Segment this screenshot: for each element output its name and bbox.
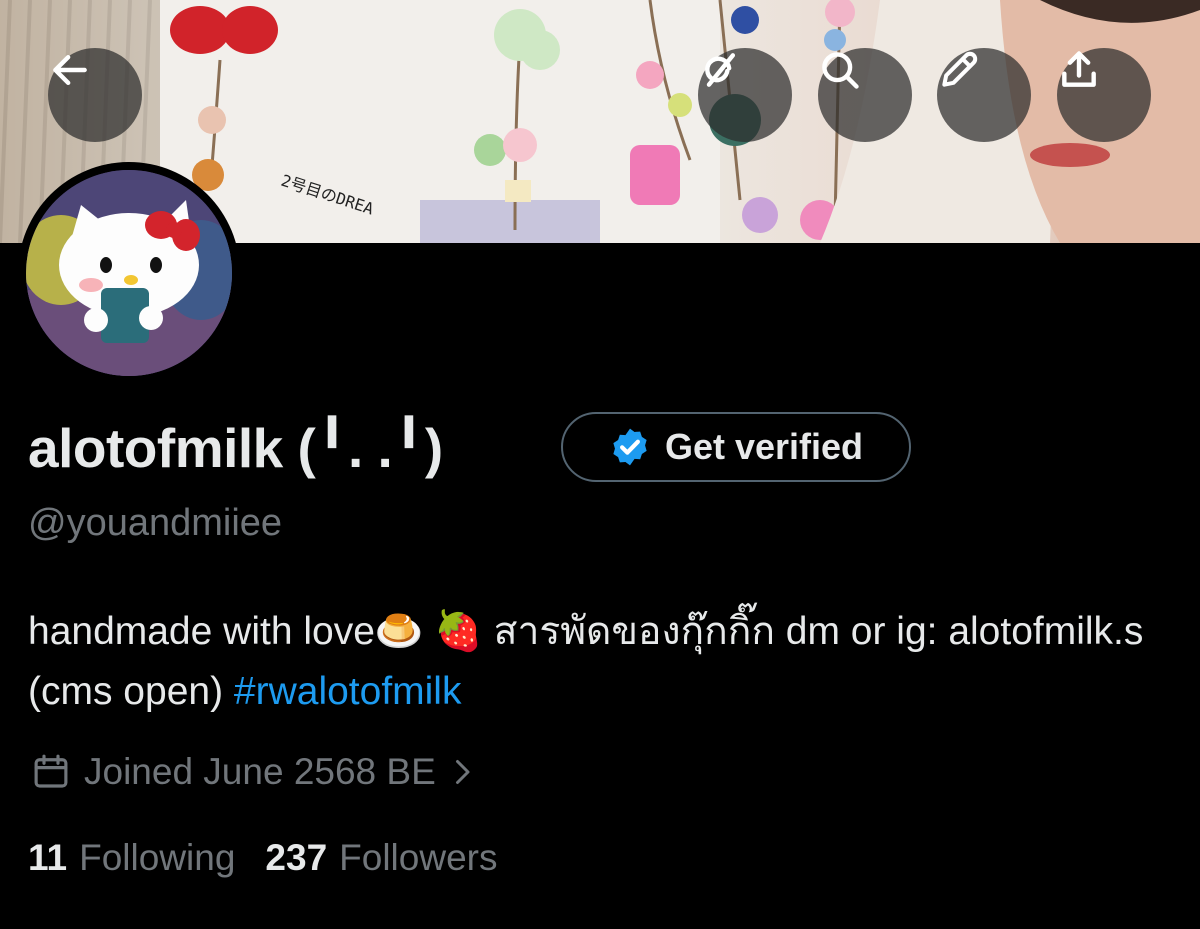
pencil-icon	[942, 51, 978, 87]
calendar-icon	[34, 754, 68, 788]
avatar[interactable]	[18, 162, 240, 384]
chevron-right-icon	[455, 760, 470, 784]
edit-button[interactable]	[937, 48, 1031, 142]
back-arrow-icon	[53, 54, 87, 86]
share-icon	[1062, 51, 1096, 87]
verified-badge-icon	[613, 428, 647, 466]
grok-icon	[705, 53, 736, 87]
followers-link[interactable]: 237 Followers	[265, 837, 497, 879]
bio-hashtag-link[interactable]: #rwalotofmilk	[234, 670, 462, 713]
following-label: Following	[79, 837, 236, 878]
search-button[interactable]	[818, 48, 912, 142]
followers-label: Followers	[339, 837, 498, 878]
grok-button[interactable]	[698, 48, 792, 142]
bio-text: handmade with love🍮 🍓 สารพัดของกุ๊กกิ๊ก …	[28, 610, 1144, 713]
share-button[interactable]	[1057, 48, 1151, 142]
get-verified-button[interactable]: Get verified	[561, 412, 911, 482]
following-count: 11	[28, 837, 68, 878]
user-handle: @youandmiiee	[28, 502, 283, 544]
follow-stats: 11 Following 237 Followers	[28, 830, 497, 886]
search-icon	[822, 52, 859, 89]
display-name: alotofmilk (╹. .╹)	[28, 417, 443, 479]
joined-date-row[interactable]: Joined June 2568 BE	[30, 745, 476, 799]
profile-bio: handmade with love🍮 🍓 สารพัดของกุ๊กกิ๊ก …	[28, 602, 1188, 722]
avatar-image	[26, 170, 232, 376]
joined-date: Joined June 2568 BE	[84, 751, 436, 792]
display-name-row: alotofmilk (╹. .╹)	[28, 410, 443, 486]
back-button[interactable]	[48, 48, 142, 142]
following-link[interactable]: 11 Following	[28, 837, 235, 879]
followers-count: 237	[265, 837, 328, 878]
get-verified-label: Get verified	[664, 426, 864, 467]
